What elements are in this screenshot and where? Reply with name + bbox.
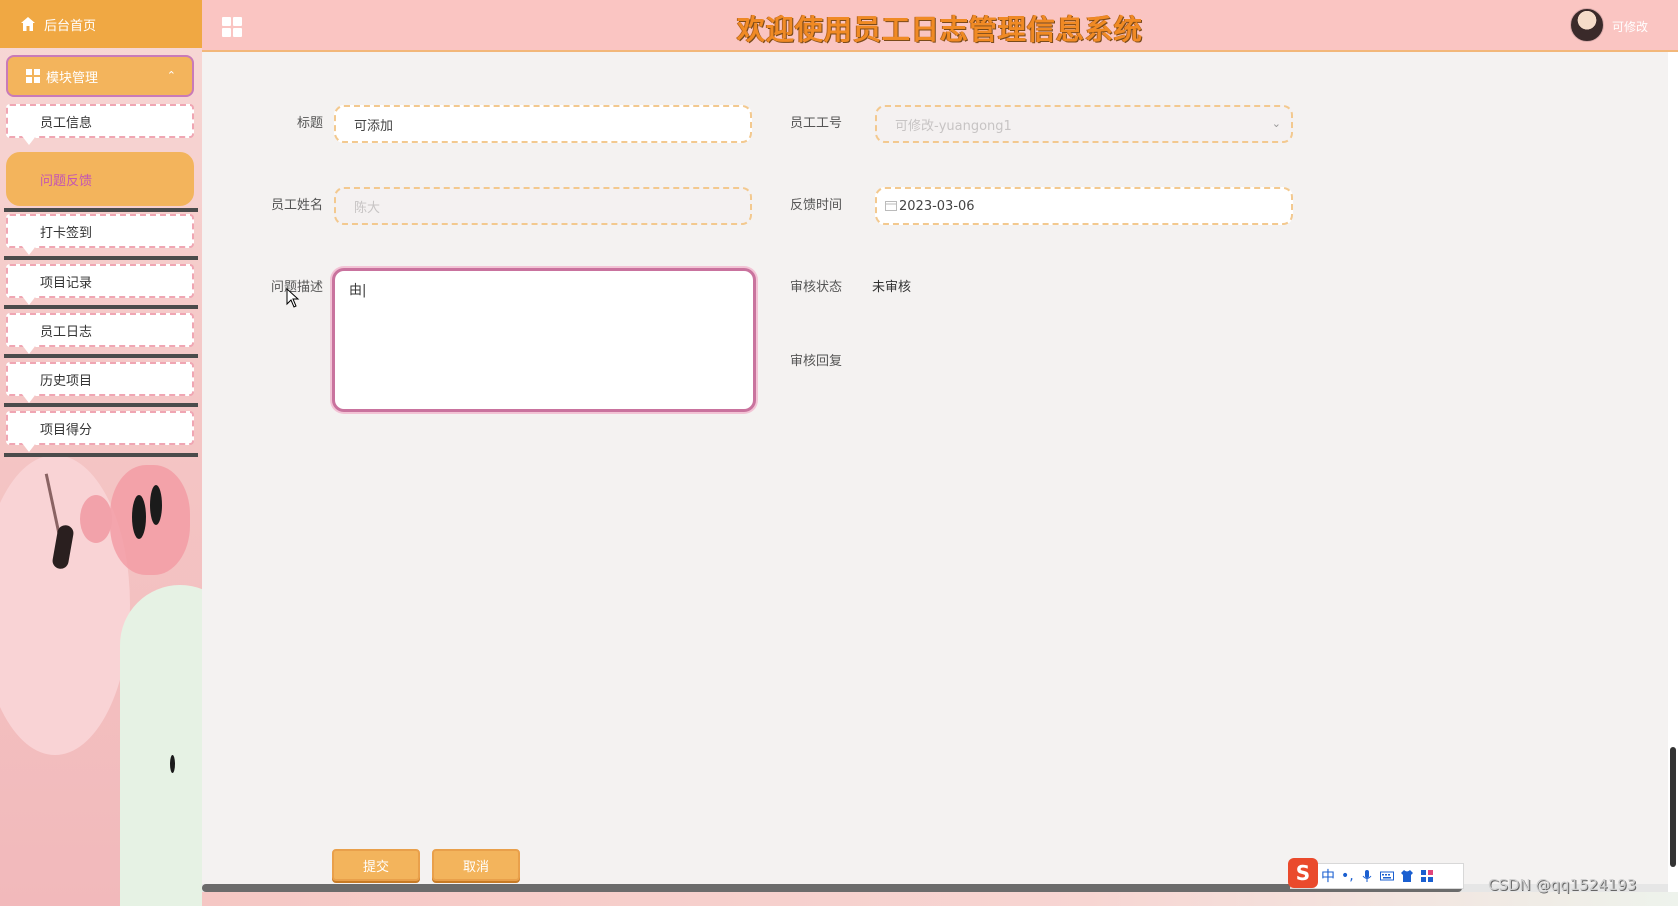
description-label: 问题描述: [270, 280, 323, 295]
chevron-down-icon: ⌄: [1271, 117, 1281, 130]
sidebar-item-issue-feedback[interactable]: 问题反馈: [6, 152, 194, 206]
divider: [4, 305, 198, 309]
sidebar-item-label: 历史项目: [40, 373, 93, 389]
scrollbar-thumb[interactable]: [1670, 747, 1676, 867]
grid-icon: [26, 69, 40, 83]
skin-shirt-icon[interactable]: [1400, 869, 1414, 883]
home-icon: [20, 16, 36, 32]
sidebar-item-label: 项目得分: [40, 422, 93, 438]
keyboard-icon[interactable]: [1379, 869, 1394, 883]
employee-number-value: 可修改-yuangong1: [895, 118, 1012, 134]
toolbox-grid-icon[interactable]: [1420, 869, 1434, 883]
module-management-header[interactable]: 模块管理 ⌃: [6, 55, 194, 97]
title-label: 标题: [296, 116, 323, 131]
divider: [4, 453, 198, 457]
calendar-icon: [885, 201, 897, 211]
title-input[interactable]: 可添加: [334, 105, 752, 143]
divider: [4, 208, 198, 212]
sidebar-item-label: 项目记录: [40, 275, 93, 291]
sidebar-background-illustration: [0, 455, 202, 906]
sidebar-home-link[interactable]: 后台首页: [0, 0, 202, 48]
sidebar-item-label: 员工信息: [40, 115, 93, 131]
employee-name-value: 陈大: [354, 200, 381, 216]
scrollbar-thumb[interactable]: [202, 884, 1462, 892]
feedback-time-value: 2023-03-06: [899, 198, 975, 214]
divider: [4, 354, 198, 358]
employee-number-label: 员工工号: [789, 116, 842, 131]
review-status-value: 未审核: [872, 280, 912, 295]
feedback-time-label: 反馈时间: [789, 198, 842, 213]
cancel-button[interactable]: 取消: [432, 849, 520, 881]
sidebar-item-employee-info[interactable]: 员工信息: [6, 104, 194, 145]
review-reply-label: 审核回复: [789, 354, 842, 369]
submit-button[interactable]: 提交: [332, 849, 420, 881]
sogou-ime-logo-icon[interactable]: S: [1288, 858, 1318, 888]
mouse-cursor-icon: [286, 287, 300, 308]
chevron-up-icon: ⌃: [166, 69, 176, 82]
watermark: CSDN @qq1524193: [1488, 876, 1637, 894]
employee-name-label: 员工姓名: [270, 198, 323, 213]
feedback-time-picker[interactable]: 2023-03-06: [875, 187, 1293, 225]
description-textarea[interactable]: 由|: [332, 268, 756, 412]
sidebar: 后台首页 模块管理 ⌃ 员工信息 问题反馈 打卡签到 项目记录 员工日志 历史项…: [0, 0, 202, 906]
employee-number-select[interactable]: 可修改-yuangong1 ⌄: [875, 105, 1293, 143]
ime-punctuation-toggle[interactable]: •,: [1341, 868, 1354, 884]
title-input-value: 可添加: [354, 118, 394, 134]
divider: [4, 403, 198, 407]
divider: [4, 256, 198, 260]
sidebar-item-project-scores[interactable]: 项目得分: [6, 411, 194, 452]
sidebar-item-label: 打卡签到: [40, 225, 93, 241]
sidebar-item-employee-log[interactable]: 员工日志: [6, 313, 194, 354]
sidebar-item-label: 问题反馈: [40, 173, 93, 189]
module-label: 模块管理: [46, 70, 99, 86]
sidebar-item-label: 员工日志: [40, 324, 93, 340]
sidebar-item-history-projects[interactable]: 历史项目: [6, 362, 194, 403]
ime-mode-toggle[interactable]: 中: [1321, 866, 1335, 886]
home-label: 后台首页: [44, 18, 97, 34]
top-header: 欢迎使用员工日志管理信息系统 可修改: [202, 0, 1678, 52]
vertical-scrollbar[interactable]: [1668, 52, 1678, 884]
user-name[interactable]: 可修改: [1612, 18, 1648, 35]
avatar[interactable]: [1570, 8, 1604, 42]
main-content: 标题 可添加 员工工号 可修改-yuangong1 ⌄ 员工姓名 陈大 反馈时间…: [202, 52, 1668, 884]
employee-name-input[interactable]: 陈大: [334, 187, 752, 225]
description-textarea-value: 由|: [349, 283, 367, 298]
microphone-icon[interactable]: [1360, 869, 1374, 883]
review-status-label: 审核状态: [789, 280, 842, 295]
app-title: 欢迎使用员工日志管理信息系统: [736, 13, 1143, 46]
sidebar-item-project-records[interactable]: 项目记录: [6, 264, 194, 305]
bottom-strip: [202, 892, 1678, 906]
sidebar-item-check-in[interactable]: 打卡签到: [6, 214, 194, 255]
